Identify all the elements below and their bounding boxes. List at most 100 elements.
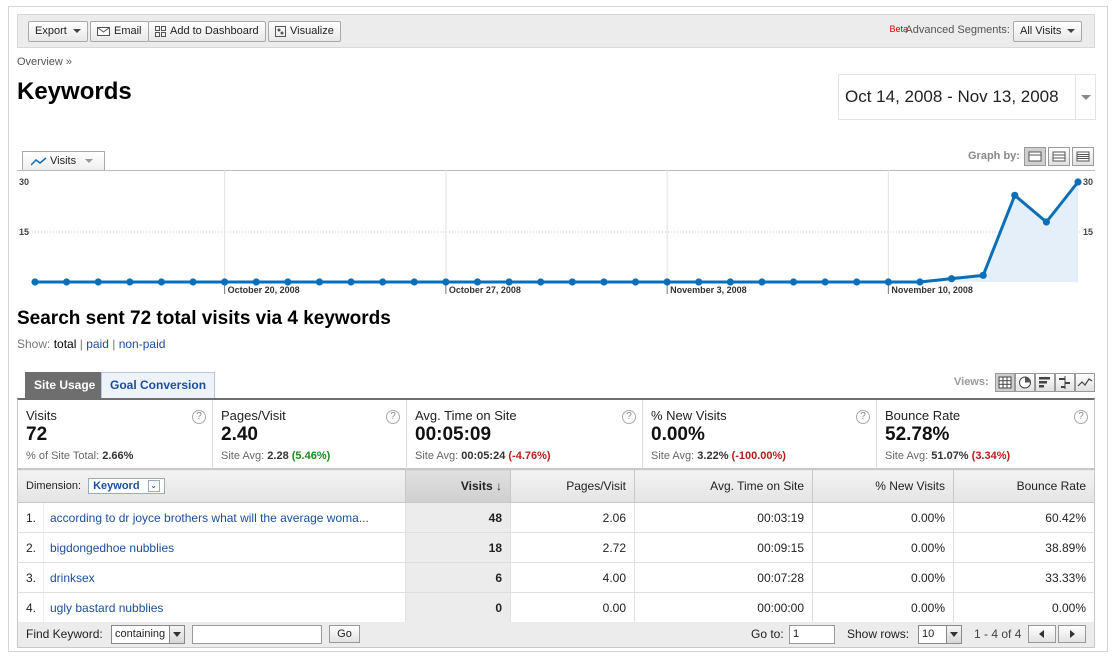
view-trend-button[interactable] [1075, 373, 1095, 392]
visits-cell: 18 [405, 532, 511, 563]
show-rows-value: 10 [922, 628, 935, 640]
keyword-link[interactable]: drinksex [50, 571, 95, 585]
pie-chart-icon [1019, 376, 1031, 389]
chevron-down-icon [169, 626, 184, 643]
data-point [726, 278, 734, 286]
export-button[interactable]: Export [28, 21, 88, 42]
view-table-button[interactable] [995, 373, 1015, 392]
column-header-pages-visit[interactable]: Pages/Visit [510, 469, 635, 503]
graph-by-week-button[interactable] [1048, 147, 1070, 166]
metric-value: 72 [26, 424, 48, 445]
dimension-select[interactable]: Keyword ⌄ [88, 477, 165, 495]
keyword-link[interactable]: according to dr joyce brothers what will… [50, 511, 369, 525]
data-point [568, 278, 576, 286]
tab-goal-conversion[interactable]: Goal Conversion [101, 372, 216, 398]
table-header-row: Dimension: Keyword ⌄ Visits ↓ Pages/Visit… [17, 469, 1095, 503]
table-row: 4. ugly bastard nubblies 0 0.00 00:00:00… [17, 592, 1095, 623]
column-header-new-visits[interactable]: % New Visits [812, 469, 954, 503]
new-visits-cell: 0.00% [812, 502, 954, 533]
visits-cell: 48 [405, 502, 511, 533]
prev-page-button[interactable] [1028, 625, 1056, 643]
separator: | [112, 337, 116, 351]
tab-site-usage[interactable]: Site Usage [25, 372, 105, 398]
view-pie-button[interactable] [1015, 373, 1035, 392]
date-range-dropdown[interactable] [1075, 75, 1095, 119]
metric-label: Visits [26, 408, 57, 423]
table-row: 1. according to dr joyce brothers what w… [17, 502, 1095, 533]
pages-visit-cell: 2.06 [510, 502, 635, 533]
views-label: Views: [954, 376, 989, 388]
graph-by-day-button[interactable] [1024, 147, 1046, 166]
show-total-link[interactable]: total [54, 337, 77, 351]
date-range-value: Oct 14, 2008 - Nov 13, 2008 [845, 87, 1059, 106]
pages-visit-cell: 0.00 [510, 592, 635, 623]
keywords-table: Dimension: Keyword ⌄ Visits ↓ Pages/Visit… [17, 469, 1095, 623]
show-paid-link[interactable]: paid [86, 337, 109, 351]
keyword-link[interactable]: ugly bastard nubblies [50, 601, 163, 615]
visualize-button[interactable]: Visualize [268, 21, 341, 42]
data-point [410, 278, 418, 286]
email-button[interactable]: Email [90, 21, 149, 42]
keyword-cell: bigdongedhoe nubblies [43, 532, 406, 563]
breadcrumb-overview[interactable]: Overview » [17, 56, 72, 68]
show-nonpaid-link[interactable]: non-paid [119, 337, 166, 351]
bounce-rate-cell: 33.33% [953, 562, 1095, 593]
y-tick-label-left: 15 [19, 227, 29, 237]
goto-page-input[interactable]: 1 [789, 625, 835, 644]
goto-label: Go to: [751, 627, 784, 641]
traffic-type-filter: Show: total | paid | non-paid [17, 337, 165, 351]
date-range-picker[interactable]: Oct 14, 2008 - Nov 13, 2008 [838, 74, 1096, 120]
visualize-icon [275, 25, 286, 37]
keyword-cell: ugly bastard nubblies [43, 592, 406, 623]
table-row: 3. drinksex 6 4.00 00:07:28 0.00% 33.33% [17, 562, 1095, 593]
help-icon[interactable]: ? [856, 410, 870, 424]
data-point [379, 278, 387, 286]
keyword-link[interactable]: bigdongedhoe nubblies [50, 541, 174, 555]
column-header-avg-time[interactable]: Avg. Time on Site [634, 469, 813, 503]
data-point [979, 271, 987, 279]
find-keyword-input[interactable] [192, 625, 322, 644]
help-icon[interactable]: ? [1074, 410, 1088, 424]
chevron-right-icon [1070, 630, 1075, 638]
export-label: Export [35, 25, 67, 37]
y-tick-label-left: 30 [19, 177, 29, 187]
next-page-button[interactable] [1058, 625, 1086, 643]
help-icon[interactable]: ? [622, 410, 636, 424]
day-icon [1028, 151, 1042, 162]
line-chart-icon [30, 157, 47, 166]
graph-by-month-button[interactable] [1072, 147, 1094, 166]
go-button[interactable]: Go [329, 625, 360, 643]
match-type-select[interactable]: containing [111, 625, 185, 644]
view-bar-button[interactable] [1035, 373, 1055, 392]
help-icon[interactable]: ? [386, 410, 400, 424]
advanced-segments-value: All Visits [1020, 25, 1062, 37]
summary-title: Search sent 72 total visits via 4 keywor… [17, 308, 391, 329]
data-point [600, 278, 608, 286]
column-header-visits[interactable]: Visits ↓ [405, 469, 511, 503]
help-icon[interactable]: ? [192, 410, 206, 424]
data-point [505, 278, 513, 286]
row-number: 1. [17, 502, 44, 533]
column-header-bounce-rate[interactable]: Bounce Rate [953, 469, 1095, 503]
data-point [315, 278, 324, 286]
avg-time-cell: 00:07:28 [634, 562, 813, 593]
chevron-down-icon: ⌄ [147, 480, 160, 493]
data-point [284, 278, 292, 286]
keyword-cell: according to dr joyce brothers what will… [43, 502, 406, 533]
data-point [1074, 178, 1082, 186]
show-rows-select[interactable]: 10 [918, 625, 962, 644]
graph-metric-select[interactable]: Visits [22, 151, 105, 171]
advanced-segments-label: Advanced Segments: [905, 24, 1010, 36]
data-point [189, 278, 197, 286]
data-point [789, 278, 798, 286]
add-to-dashboard-button[interactable]: Add to Dashboard [148, 21, 266, 42]
new-visits-cell: 0.00% [812, 562, 954, 593]
data-point [473, 278, 482, 286]
view-comparison-button[interactable] [1055, 373, 1075, 392]
advanced-segments-select[interactable]: All Visits [1013, 21, 1083, 42]
chevron-down-icon [1067, 29, 1076, 34]
breadcrumb[interactable]: Overview » [17, 56, 72, 68]
dimension-header: Dimension: Keyword ⌄ [17, 469, 406, 503]
pages-visit-cell: 4.00 [510, 562, 635, 593]
week-icon [1052, 151, 1066, 162]
